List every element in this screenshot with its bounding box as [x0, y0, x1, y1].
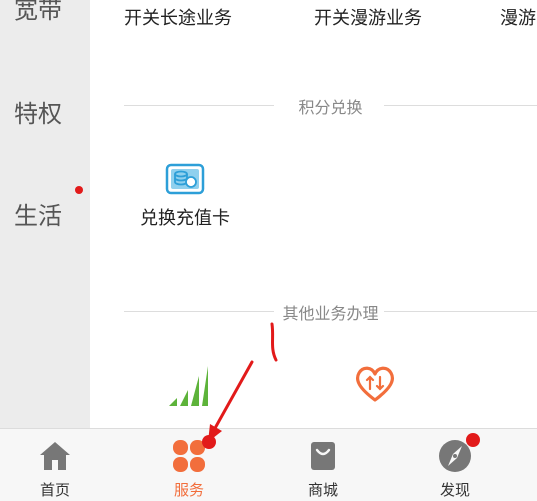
- tab-label: 商城: [307, 481, 338, 499]
- divider-line: [384, 311, 537, 312]
- tab-discover[interactable]: 发现: [400, 429, 510, 501]
- toggle-roaming-item[interactable]: 开关漫游业务: [314, 4, 422, 30]
- tab-label: 发现: [439, 481, 470, 499]
- card-exchange-icon: [165, 162, 205, 196]
- tab-mall[interactable]: 商城: [268, 429, 378, 501]
- section-header-points-exchange: 积分兑换: [124, 94, 537, 118]
- signal-service-tile[interactable]: [162, 366, 212, 410]
- roaming-item-partial[interactable]: 漫游: [500, 4, 536, 30]
- section-header-other-services: 其他业务办理: [124, 300, 537, 324]
- sidebar-item-life[interactable]: 生活: [0, 196, 90, 231]
- tab-label: 服务: [173, 481, 204, 499]
- sidebar-item-label: 宽带: [14, 0, 62, 24]
- sidebar-item-label: 特权: [14, 100, 62, 128]
- heart-transfer-icon: [350, 364, 400, 408]
- sidebar: 宽带 特权 生活: [0, 0, 90, 428]
- sidebar-item-label: 生活: [14, 202, 62, 230]
- signal-bars-icon: [162, 366, 212, 410]
- sidebar-item-privilege[interactable]: 特权: [0, 94, 90, 129]
- tab-service[interactable]: 服务: [134, 429, 244, 501]
- home-icon: [37, 438, 73, 474]
- toggle-long-distance-item[interactable]: 开关长途业务: [124, 4, 232, 30]
- notification-badge: [202, 435, 216, 449]
- section-title: 其他业务办理: [282, 304, 379, 323]
- bottom-tab-bar: 首页 服务 商城 发现: [0, 428, 537, 501]
- main-content: 开关长途业务 开关漫游业务 漫游 积分兑换 兑换充值卡 其他业务办理: [90, 0, 537, 428]
- divider-line: [384, 105, 537, 106]
- exchange-card-tile[interactable]: 兑换充值卡: [130, 162, 240, 230]
- tile-label: 兑换充值卡: [140, 208, 230, 229]
- sidebar-item-broadband[interactable]: 宽带: [0, 0, 90, 25]
- shopping-bag-icon: [305, 438, 341, 474]
- tab-label: 首页: [39, 481, 70, 499]
- tab-home[interactable]: 首页: [0, 429, 110, 501]
- notification-badge: [466, 433, 480, 447]
- section-title: 积分兑换: [298, 98, 363, 117]
- notification-dot: [75, 186, 83, 194]
- heart-service-tile[interactable]: [350, 364, 400, 408]
